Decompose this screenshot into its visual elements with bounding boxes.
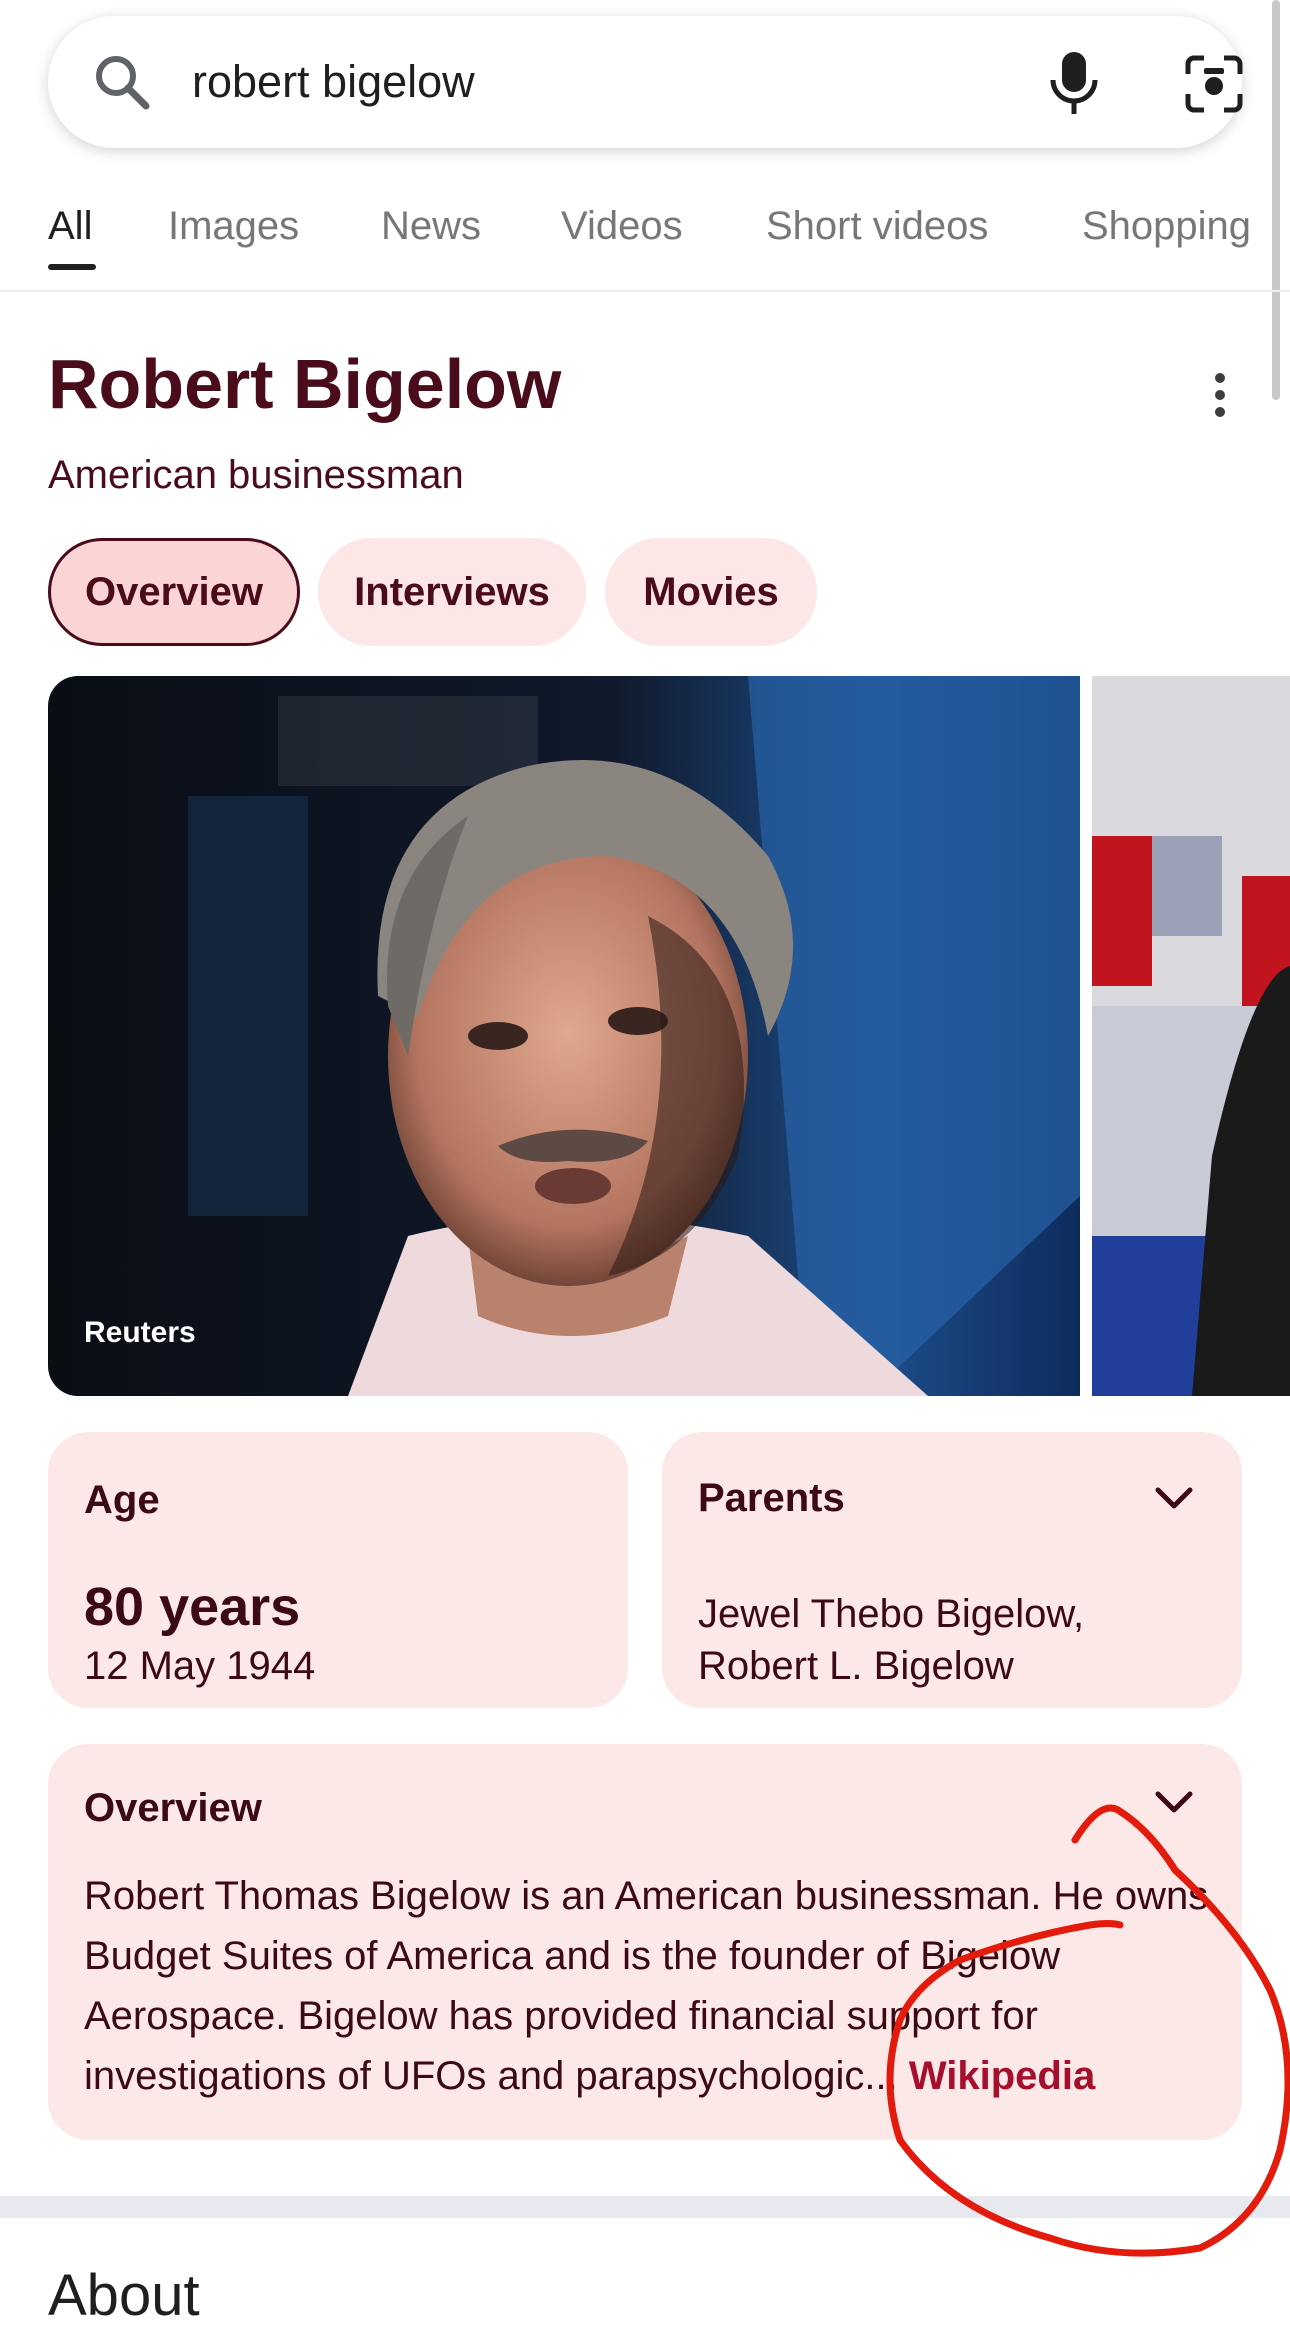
image-source-caption: Reuters <box>84 1316 196 1349</box>
chevron-down-icon[interactable] <box>1152 1788 1196 1818</box>
second-image[interactable] <box>1092 676 1290 1396</box>
active-tab-indicator <box>48 264 96 270</box>
second-photo <box>1092 676 1290 1396</box>
age-label: Age <box>84 1478 160 1522</box>
parent-name: Jewel Thebo Bigelow, <box>698 1592 1085 1636</box>
tab-shopping[interactable]: Shopping <box>1082 204 1251 249</box>
chevron-down-icon[interactable] <box>1152 1484 1196 1514</box>
portrait-photo <box>48 676 1080 1396</box>
section-divider <box>0 2196 1290 2218</box>
tab-images[interactable]: Images <box>168 204 299 249</box>
chip-movies[interactable]: Movies <box>605 538 817 646</box>
tab-short-videos[interactable]: Short videos <box>766 204 988 249</box>
overview-card[interactable]: Overview Robert Thomas Bigelow is an Ame… <box>48 1744 1242 2140</box>
search-input[interactable]: robert bigelow <box>192 54 475 110</box>
tab-videos[interactable]: Videos <box>561 204 683 249</box>
camera-lens-icon[interactable] <box>1182 52 1246 116</box>
portrait-image[interactable]: Reuters <box>48 676 1080 1396</box>
birth-date: 12 May 1944 <box>84 1644 316 1688</box>
microphone-icon[interactable] <box>1044 48 1104 118</box>
search-bar[interactable]: robert bigelow <box>48 16 1243 148</box>
parents-label: Parents <box>698 1476 845 1520</box>
wikipedia-link[interactable]: Wikipedia <box>909 2054 1095 2098</box>
age-value: 80 years <box>84 1577 301 1637</box>
tab-news[interactable]: News <box>381 204 481 249</box>
parent-name: Robert L. Bigelow <box>698 1644 1014 1688</box>
parents-card[interactable]: Parents Jewel Thebo Bigelow, Robert L. B… <box>662 1432 1242 1708</box>
age-card: Age 80 years 12 May 1944 <box>48 1432 628 1708</box>
overview-description: Robert Thomas Bigelow is an American bus… <box>84 1866 1214 2106</box>
tab-all[interactable]: All <box>48 204 92 249</box>
about-heading: About <box>48 2263 200 2328</box>
entity-subtitle: American businessman <box>48 453 464 497</box>
entity-title: Robert Bigelow <box>48 345 562 423</box>
chip-interviews[interactable]: Interviews <box>318 538 586 646</box>
overview-label: Overview <box>84 1786 262 1830</box>
search-icon[interactable] <box>90 50 154 114</box>
chip-overview[interactable]: Overview <box>48 538 300 646</box>
more-options-icon[interactable] <box>1204 370 1236 420</box>
parents-names: Jewel Thebo Bigelow, Robert L. Bigelow <box>698 1588 1084 1692</box>
search-tabs: All Images News Videos Short videos Shop… <box>0 190 1290 292</box>
